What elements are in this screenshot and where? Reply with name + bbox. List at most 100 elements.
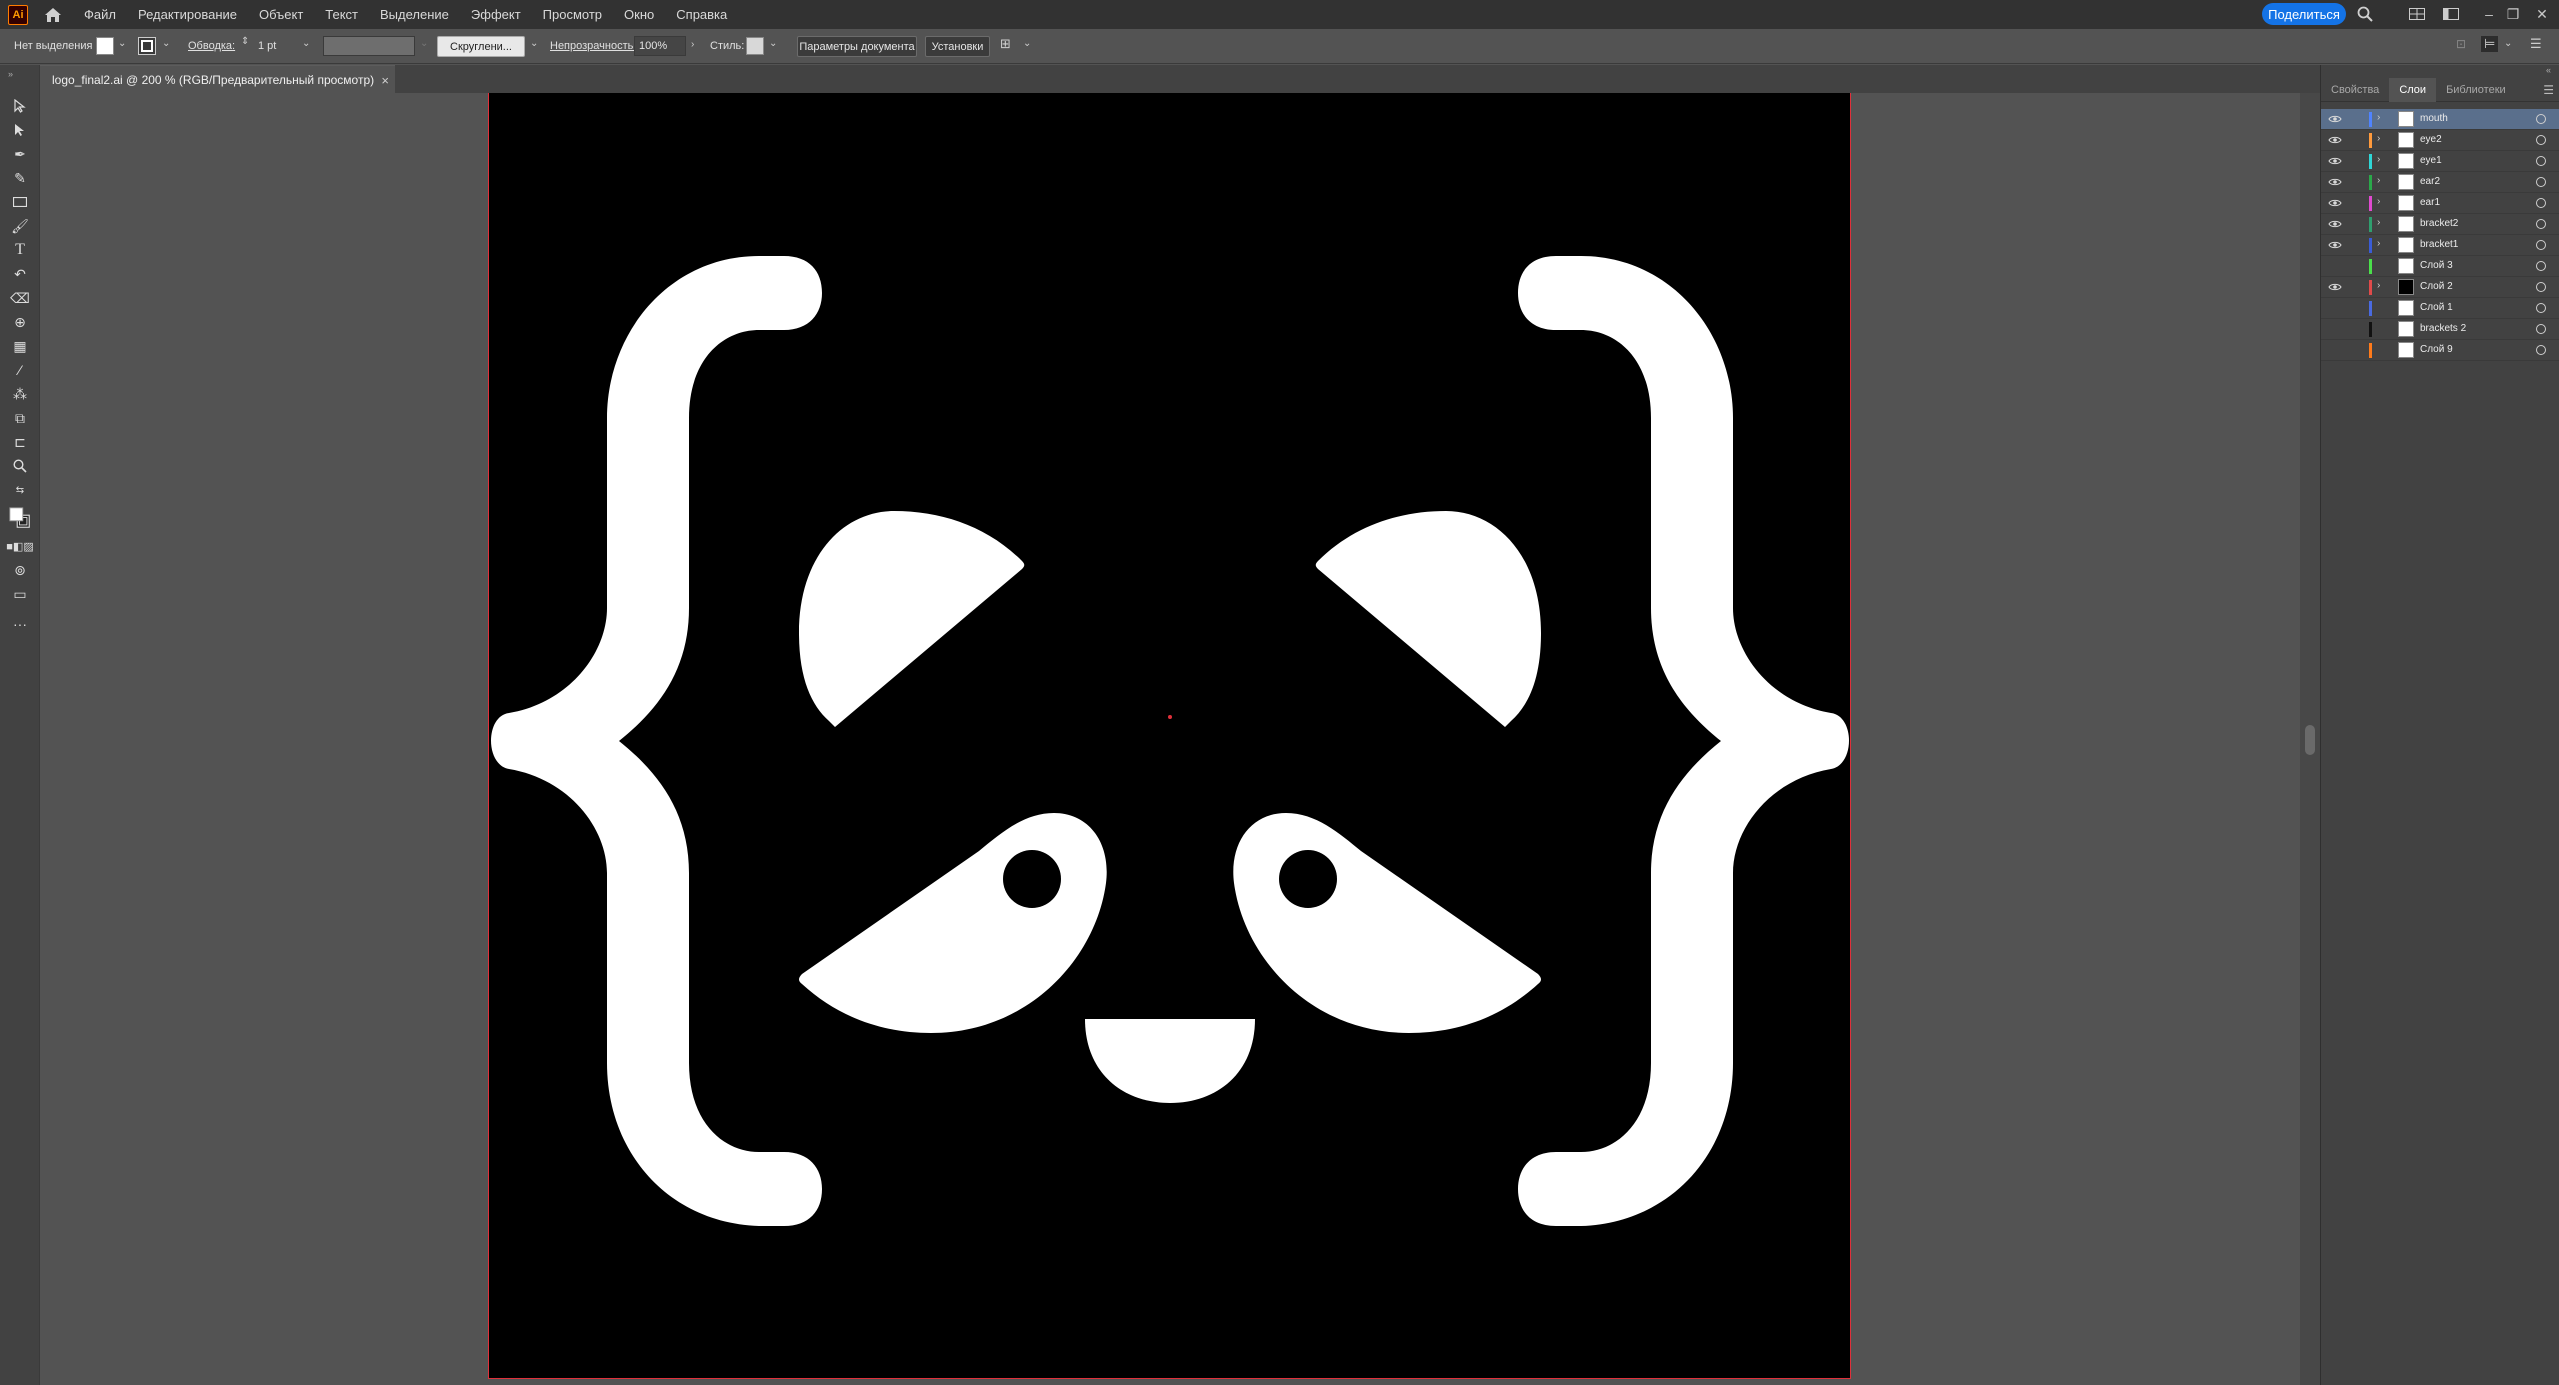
layer-name[interactable]: mouth (2420, 113, 2448, 124)
menu-item[interactable]: Просмотр (543, 7, 602, 22)
eye-icon[interactable] (2327, 112, 2343, 126)
target-icon[interactable] (2536, 282, 2546, 292)
menu-item[interactable]: Файл (84, 7, 116, 22)
workspace-icon[interactable] (2441, 5, 2461, 23)
document-setup-button[interactable]: Параметры документа (797, 36, 917, 57)
blend-tool-icon[interactable]: ⧉ (8, 407, 32, 429)
arrange-documents-icon[interactable] (2407, 5, 2427, 23)
layer-row[interactable]: brackets 2 (2321, 319, 2559, 340)
eye-icon[interactable] (2327, 259, 2343, 273)
tab-panel[interactable]: Библиотеки (2436, 78, 2516, 102)
stroke-swatch[interactable] (138, 37, 156, 55)
target-icon[interactable] (2536, 303, 2546, 313)
menu-item[interactable]: Редактирование (138, 7, 237, 22)
layer-row[interactable]: Слой 9 (2321, 340, 2559, 361)
eye-icon[interactable] (2327, 280, 2343, 294)
layer-name[interactable]: eye1 (2420, 155, 2442, 166)
chevron-down-icon[interactable]: ⌄ (302, 38, 310, 49)
eye-icon[interactable] (2327, 133, 2343, 147)
paintbrush-tool-icon[interactable]: 🖌 (8, 215, 32, 237)
layer-row[interactable]: › bracket2 (2321, 214, 2559, 235)
chevron-down-icon[interactable]: ⌄ (118, 38, 126, 49)
more-tools-icon[interactable]: ··· (8, 613, 32, 635)
chevron-right-icon[interactable]: › (2377, 175, 2380, 186)
brush-definition[interactable]: Скруглени... (437, 36, 525, 57)
transform-icon[interactable]: ⊡ (2456, 37, 2466, 51)
chevron-down-icon[interactable]: ⌄ (769, 38, 777, 49)
opacity-input[interactable]: 100% (634, 36, 686, 56)
menu-item[interactable]: Текст (325, 7, 358, 22)
layer-name[interactable]: Слой 9 (2420, 344, 2453, 355)
tab-panel[interactable]: Свойства (2321, 78, 2389, 102)
drawing-mode-icon[interactable]: ⊚ (8, 559, 32, 581)
layer-row[interactable]: Слой 3 (2321, 256, 2559, 277)
collapse-icon[interactable]: « (2546, 65, 2551, 75)
eyedropper-tool-icon[interactable]: ⁄ (8, 359, 32, 381)
vertical-scrollbar[interactable] (2300, 93, 2320, 1385)
scrollbar-thumb[interactable] (2305, 725, 2315, 755)
layer-row[interactable]: › ear1 (2321, 193, 2559, 214)
chevron-right-icon[interactable]: › (2377, 217, 2380, 228)
pen-tool-icon[interactable]: ✒ (8, 143, 32, 165)
layer-row[interactable]: › ear2 (2321, 172, 2559, 193)
artboard[interactable] (488, 93, 1851, 1379)
menu-item[interactable]: Справка (676, 7, 727, 22)
search-icon[interactable] (2355, 5, 2375, 23)
close-icon[interactable]: ✕ (2532, 5, 2552, 23)
align-icon[interactable]: ⊨ (2481, 36, 2499, 52)
selection-tool-icon[interactable] (8, 95, 32, 117)
target-icon[interactable] (2536, 324, 2546, 334)
fill-stroke-indicator[interactable] (8, 503, 32, 533)
shape-builder-tool-icon[interactable]: ⊕ (8, 311, 32, 333)
chevron-right-icon[interactable]: › (2377, 196, 2380, 207)
chevron-right-icon[interactable]: › (2377, 133, 2380, 144)
layer-row[interactable]: › eye2 (2321, 130, 2559, 151)
chevron-right-icon[interactable]: › (691, 39, 694, 50)
menu-item[interactable]: Объект (259, 7, 303, 22)
chevron-down-icon[interactable]: ⌄ (530, 38, 538, 49)
layer-row[interactable]: › eye1 (2321, 151, 2559, 172)
chevron-down-icon[interactable]: ⌄ (1023, 38, 1031, 49)
curvature-tool-icon[interactable]: ✎ (8, 167, 32, 189)
layer-row[interactable]: Слой 1 (2321, 298, 2559, 319)
eye-icon[interactable] (2327, 322, 2343, 336)
target-icon[interactable] (2536, 135, 2546, 145)
eye-icon[interactable] (2327, 154, 2343, 168)
arrange-icon[interactable]: ⊞ (1000, 36, 1011, 52)
rectangle-tool-icon[interactable] (8, 191, 32, 213)
maximize-icon[interactable]: ❐ (2503, 5, 2523, 23)
stepper-icon[interactable]: ⇕ (241, 36, 249, 47)
screen-mode-icon[interactable]: ▭ (8, 583, 32, 605)
target-icon[interactable] (2536, 198, 2546, 208)
target-icon[interactable] (2536, 156, 2546, 166)
home-icon[interactable] (42, 5, 64, 25)
panel-menu-icon[interactable]: ☰ (2530, 36, 2542, 52)
eye-icon[interactable] (2327, 175, 2343, 189)
chevron-right-icon[interactable]: › (2377, 112, 2380, 123)
target-icon[interactable] (2536, 114, 2546, 124)
chevron-right-icon[interactable]: › (2377, 238, 2380, 249)
menu-item[interactable]: Эффект (471, 7, 521, 22)
stroke-weight-value[interactable]: 1 pt (258, 40, 276, 52)
tab-panel[interactable]: Слои (2389, 77, 2437, 102)
gradient-tool-icon[interactable]: ▦ (8, 335, 32, 357)
share-button[interactable]: Поделиться (2262, 3, 2346, 25)
collapse-icon[interactable]: » (8, 69, 13, 79)
minimize-icon[interactable]: – (2479, 5, 2499, 23)
variable-width-field[interactable] (323, 36, 415, 56)
close-icon[interactable]: × (381, 73, 389, 88)
eye-icon[interactable] (2327, 196, 2343, 210)
zoom-tool-icon[interactable] (8, 455, 32, 477)
target-icon[interactable] (2536, 345, 2546, 355)
graphic-style-swatch[interactable] (746, 37, 764, 55)
layer-name[interactable]: bracket1 (2420, 239, 2458, 250)
layer-name[interactable]: eye2 (2420, 134, 2442, 145)
eraser-tool-icon[interactable]: ⌫ (8, 287, 32, 309)
stroke-label[interactable]: Обводка: (188, 40, 235, 52)
menu-item[interactable]: Окно (624, 7, 654, 22)
menu-item[interactable]: Выделение (380, 7, 449, 22)
artboard-tool-icon[interactable]: ⊏ (8, 431, 32, 453)
type-tool-icon[interactable]: T (8, 239, 32, 261)
canvas-area[interactable] (41, 93, 2320, 1385)
fill-swatch[interactable] (96, 37, 114, 55)
